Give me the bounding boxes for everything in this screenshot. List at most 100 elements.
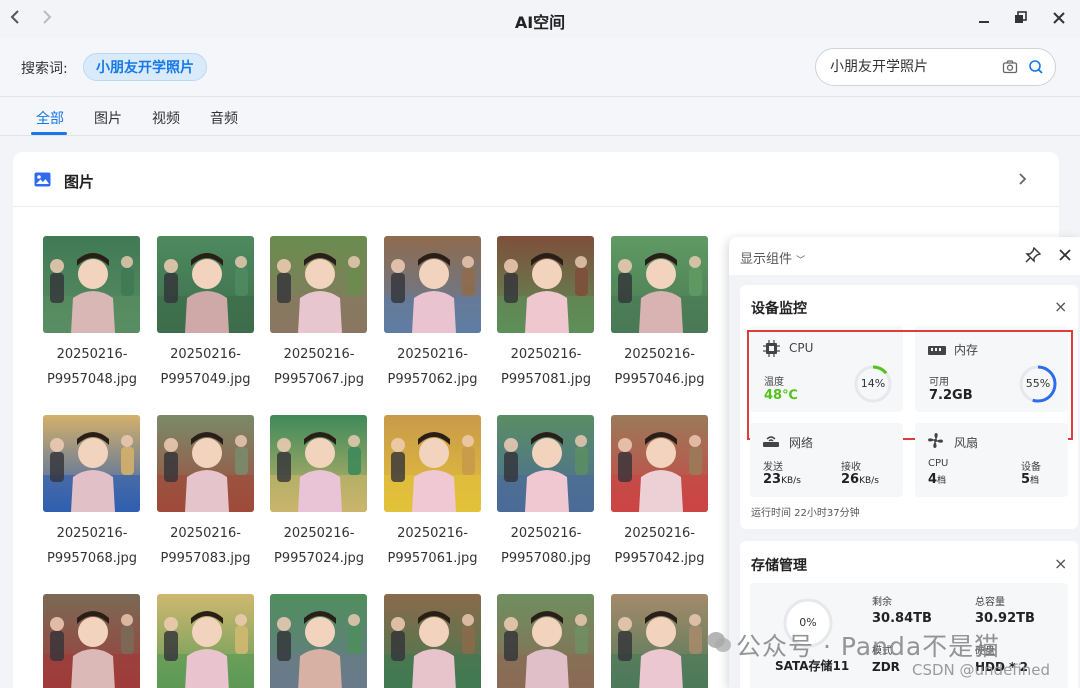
widgets-dropdown[interactable]: 显示组件 ﹀ — [740, 248, 805, 267]
photo-thumbnail[interactable] — [610, 236, 708, 333]
fan-cpu-label: CPU — [928, 458, 949, 469]
tab-all[interactable]: 全部 — [36, 108, 64, 128]
restore-icon[interactable] — [1009, 7, 1031, 29]
tab-audio[interactable]: 音频 — [210, 108, 238, 128]
image-icon — [34, 172, 51, 191]
watermark-wechat: 公众号 · Panda不是猫 — [736, 632, 1001, 661]
photo-filename: 20250216- P9957049.jpg — [146, 342, 266, 392]
pin-icon[interactable] — [1025, 246, 1042, 267]
tab-videos[interactable]: 视频 — [152, 108, 180, 128]
photo-thumbnail[interactable] — [383, 415, 481, 512]
photo-thumbnail[interactable] — [610, 415, 708, 512]
photo-filename: 20250216- P9957062.jpg — [373, 342, 493, 392]
photo-thumbnail[interactable] — [156, 594, 254, 688]
close-icon[interactable] — [1048, 7, 1070, 29]
window-title: AI空间 — [514, 13, 566, 32]
close-monitor-icon[interactable]: × — [1054, 297, 1067, 316]
photo-filename-line-1: 20250216- — [283, 526, 355, 541]
photo-filename-line-2: P9957024.jpg — [274, 551, 364, 566]
storage-title: 存储管理 — [751, 558, 807, 574]
widget-panel-header: 显示组件 ﹀ — [729, 237, 1080, 275]
receive-rate: 26KB/s — [841, 472, 879, 487]
photo-filename-line-2: P9957067.jpg — [274, 372, 364, 387]
photo-thumbnail[interactable] — [497, 594, 594, 688]
keyword-label: 搜索词: — [21, 61, 68, 77]
photo-filename: 20250216- P9957067.jpg — [259, 342, 379, 392]
photo-filename-line-2: P9957081.jpg — [501, 372, 591, 387]
photo-thumbnail[interactable] — [270, 236, 367, 333]
widgets-dropdown-label: 显示组件 — [740, 252, 793, 267]
watermark-csdn: CSDN @undefined — [912, 661, 1051, 679]
photo-filename-line-1: 20250216- — [56, 526, 128, 541]
photo-thumbnail[interactable] — [383, 236, 481, 333]
photo-thumbnail[interactable] — [43, 415, 140, 512]
photo-filename-line-1: 20250216- — [397, 526, 468, 541]
wechat-icon — [706, 630, 732, 658]
receive-unit: KB/s — [859, 476, 879, 486]
tab-images[interactable]: 图片 — [94, 108, 122, 128]
keyword-chip[interactable]: 小朋友开学照片 — [83, 53, 207, 81]
photo-filename-line-1: 20250216- — [170, 526, 241, 541]
photo-filename-line-1: 20250216- — [624, 526, 695, 541]
fan-device-value: 5 — [1021, 472, 1031, 487]
photo-thumbnail[interactable] — [383, 594, 481, 688]
camera-icon[interactable] — [1002, 59, 1018, 79]
tab-bar: 全部 图片 视频 音频 — [0, 97, 1080, 136]
fan-cpu-unit: 档 — [937, 476, 947, 486]
network-cell: 网络 发送 23KB/s 接收 26KB/s — [750, 423, 903, 497]
search-input[interactable] — [830, 58, 1000, 74]
photo-filename-line-1: 20250216- — [510, 347, 582, 362]
photo-thumbnail[interactable] — [270, 594, 367, 688]
device-monitor-card: 设备监控 × CPU 温度 48℃ 14% 内存 可用 7.2GB 55% 网络… — [740, 285, 1078, 529]
photo-filename-line-1: 20250216- — [510, 526, 582, 541]
photo-filename-line-1: 20250216- — [283, 347, 355, 362]
router-icon — [762, 433, 780, 452]
fan-cpu-level: 4档 — [928, 472, 946, 487]
uptime-text: 运行时间 22小时37分钟 — [751, 508, 860, 519]
photo-thumbnail[interactable] — [610, 594, 708, 688]
widget-panel: 显示组件 ﹀ 设备监控 × CPU 温度 48℃ 14% 内存 可用 7.2GB… — [729, 237, 1080, 688]
close-storage-icon[interactable]: × — [1054, 554, 1067, 573]
photo-filename-line-2: P9957048.jpg — [47, 372, 137, 387]
fan-device-label: 设备 — [1021, 462, 1041, 473]
close-panel-icon[interactable] — [1058, 247, 1072, 266]
fan-icon — [927, 432, 944, 453]
fan-label: 风扇 — [954, 436, 979, 450]
section-header: 图片 — [13, 152, 1059, 207]
remaining-label: 剩余 — [872, 597, 892, 608]
chevron-down-icon: ﹀ — [796, 256, 806, 266]
photo-filename-line-2: P9957068.jpg — [47, 551, 137, 566]
fan-device-unit: 档 — [1030, 476, 1040, 486]
active-tab-indicator — [31, 132, 67, 135]
photo-filename: 20250216- P9957046.jpg — [600, 342, 720, 392]
photo-filename-line-2: P9957046.jpg — [614, 372, 705, 387]
search-icon[interactable] — [1028, 59, 1044, 79]
photo-thumbnail[interactable] — [43, 236, 140, 333]
photo-filename-line-2: P9957080.jpg — [501, 551, 591, 566]
photo-thumbnail[interactable] — [497, 415, 594, 512]
receive-value: 26 — [841, 472, 860, 487]
photo-filename-line-2: P9957061.jpg — [387, 551, 478, 566]
chevron-right-icon[interactable] — [1017, 171, 1029, 191]
send-label: 发送 — [763, 462, 783, 473]
photo-filename: 20250216- P9957080.jpg — [486, 521, 606, 571]
photo-filename: 20250216- P9957061.jpg — [373, 521, 493, 571]
photo-filename: 20250216- P9957048.jpg — [32, 342, 152, 392]
photo-filename-line-2: P9957042.jpg — [614, 551, 705, 566]
photo-filename: 20250216- P9957024.jpg — [259, 521, 379, 571]
photo-thumbnail[interactable] — [156, 415, 254, 512]
minimize-icon[interactable] — [973, 7, 995, 29]
photo-filename-line-2: P9957062.jpg — [387, 372, 478, 387]
photo-thumbnail[interactable] — [270, 415, 367, 512]
photo-thumbnail[interactable] — [156, 236, 254, 333]
photo-filename-line-2: P9957083.jpg — [160, 551, 251, 566]
photo-thumbnail[interactable] — [43, 594, 140, 688]
send-unit: KB/s — [781, 476, 801, 486]
photo-filename-line-1: 20250216- — [170, 347, 241, 362]
photo-filename-line-1: 20250216- — [624, 347, 695, 362]
photo-filename: 20250216- P9957068.jpg — [32, 521, 152, 571]
search-row: 搜索词: 小朋友开学照片 — [0, 38, 1080, 97]
photo-filename-line-1: 20250216- — [397, 347, 468, 362]
photo-thumbnail[interactable] — [497, 236, 594, 333]
send-rate: 23KB/s — [763, 472, 801, 487]
